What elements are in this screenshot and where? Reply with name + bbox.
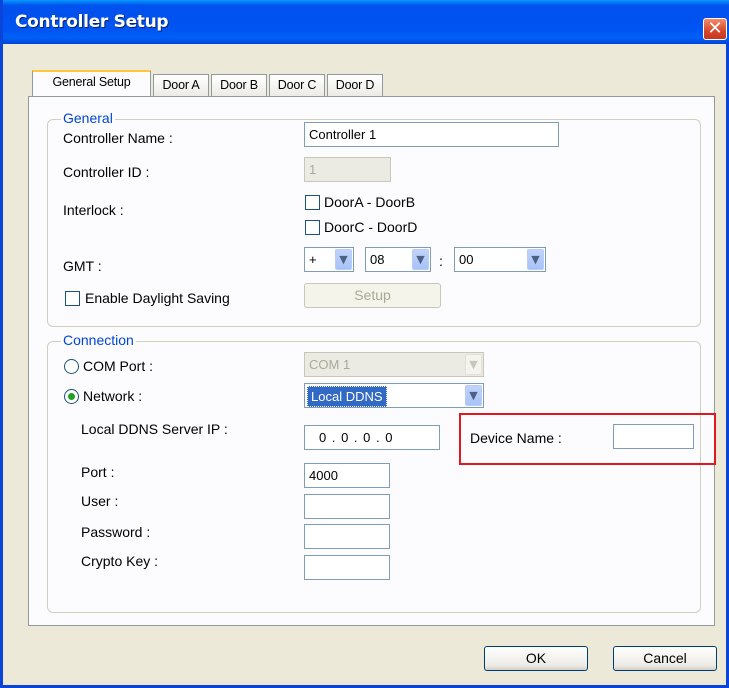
tab-label: Door B — [220, 78, 258, 92]
gmt-minute-select[interactable]: 00 ▼ — [454, 247, 546, 272]
general-group-label: General — [61, 110, 115, 126]
user-label: User : — [81, 493, 119, 509]
network-value: Local DDNS — [307, 386, 387, 407]
com-port-value: COM 1 — [309, 357, 351, 372]
crypto-key-input[interactable] — [304, 555, 390, 580]
com-port-radio[interactable] — [64, 359, 79, 374]
gmt-hour-value: 08 — [370, 252, 385, 267]
close-button[interactable]: ✕ — [703, 18, 727, 40]
interlock-ab-label: DoorA - DoorB — [324, 194, 416, 210]
chevron-down-icon: ▼ — [465, 385, 482, 406]
gmt-minute-value: 00 — [459, 252, 474, 267]
password-label: Password : — [81, 524, 151, 540]
com-port-select[interactable]: COM 1 ▼ — [304, 352, 484, 377]
password-input[interactable] — [304, 524, 390, 549]
user-input[interactable] — [304, 494, 390, 519]
tab-label: General Setup — [52, 75, 131, 89]
tab-door-c[interactable]: Door C — [269, 74, 325, 96]
gmt-sign-select[interactable]: + ▼ — [304, 247, 354, 272]
gmt-sign-value: + — [309, 252, 317, 267]
interlock-ab-checkbox[interactable] — [305, 195, 320, 210]
tab-general-setup[interactable]: General Setup — [32, 70, 151, 97]
ddns-ip-input[interactable]: 0 . 0 . 0 . 0 — [304, 425, 440, 450]
tab-door-b[interactable]: Door B — [211, 74, 267, 96]
port-input[interactable]: 4000 — [304, 463, 390, 488]
tab-label: Door C — [277, 78, 317, 92]
controller-id-label: Controller ID : — [63, 164, 150, 180]
controller-name-input[interactable]: Controller 1 — [304, 122, 559, 147]
gmt-label: GMT : — [63, 258, 102, 274]
cancel-button[interactable]: Cancel — [613, 646, 717, 671]
radio-selected-icon — [68, 393, 75, 400]
tab-door-a[interactable]: Door A — [153, 74, 209, 96]
tab-label: Door A — [162, 78, 200, 92]
network-radio[interactable] — [64, 389, 79, 404]
setup-button[interactable]: Setup — [304, 283, 441, 308]
daylight-saving-checkbox[interactable] — [65, 291, 80, 306]
gmt-separator: : — [439, 253, 443, 269]
interlock-label: Interlock : — [63, 202, 124, 218]
interlock-cd-label: DoorC - DoorD — [324, 219, 418, 235]
controller-name-label: Controller Name : — [63, 130, 173, 146]
tab-label: Door D — [335, 78, 375, 92]
highlight-annotation — [459, 413, 716, 465]
chevron-down-icon: ▼ — [412, 249, 429, 270]
controller-id-input[interactable]: 1 — [304, 157, 391, 182]
daylight-saving-label: Enable Daylight Saving — [85, 290, 230, 306]
title-bar[interactable]: Controller Setup ✕ — [3, 0, 729, 44]
window-title: Controller Setup — [15, 12, 169, 32]
connection-group-label: Connection — [61, 332, 136, 348]
crypto-key-label: Crypto Key : — [81, 553, 159, 569]
general-setup-panel: General Controller Name : Controller 1 C… — [28, 96, 716, 626]
com-port-label: COM Port : — [83, 358, 154, 374]
chevron-down-icon: ▼ — [465, 354, 482, 375]
network-select[interactable]: Local DDNS ▼ — [304, 383, 484, 408]
chevron-down-icon: ▼ — [335, 249, 352, 270]
controller-setup-window: Controller Setup ✕ General Setup Door A … — [0, 0, 729, 688]
chevron-down-icon: ▼ — [527, 249, 544, 270]
network-label: Network : — [83, 388, 143, 404]
tab-door-d[interactable]: Door D — [327, 74, 383, 96]
port-label: Port : — [81, 464, 115, 480]
interlock-cd-checkbox[interactable] — [305, 220, 320, 235]
gmt-hour-select[interactable]: 08 ▼ — [365, 247, 431, 272]
close-icon: ✕ — [707, 18, 723, 39]
ddns-ip-label: Local DDNS Server IP : — [81, 421, 228, 437]
ok-button[interactable]: OK — [484, 646, 588, 671]
